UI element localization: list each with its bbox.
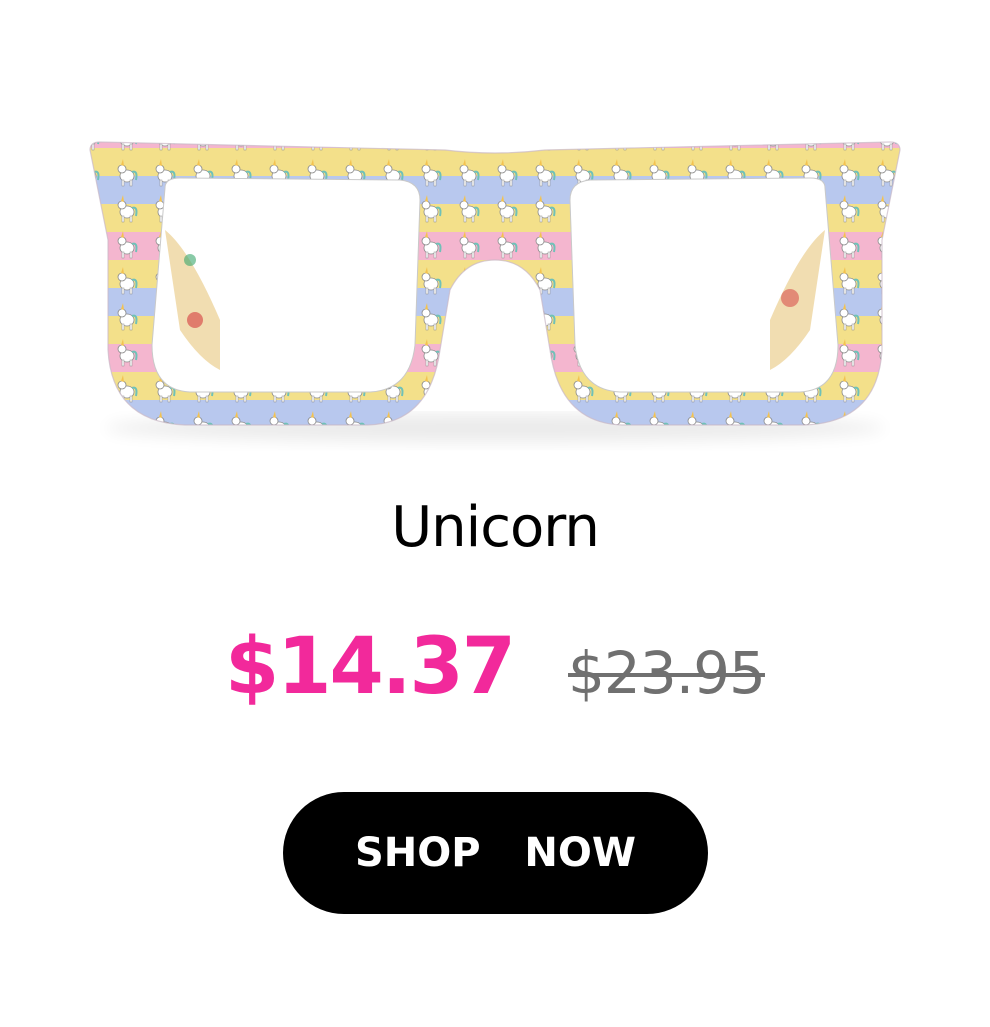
product-name[interactable]: Unicorn	[0, 488, 990, 568]
original-price: $23.95	[568, 639, 766, 707]
glasses-product-image[interactable]	[70, 120, 920, 460]
shop-now-button[interactable]: SHOP NOW	[283, 792, 708, 914]
shop-now-label: SHOP NOW	[354, 830, 637, 876]
price-row: $14.37 $23.95	[0, 622, 990, 722]
sale-price: $14.37	[225, 622, 516, 712]
